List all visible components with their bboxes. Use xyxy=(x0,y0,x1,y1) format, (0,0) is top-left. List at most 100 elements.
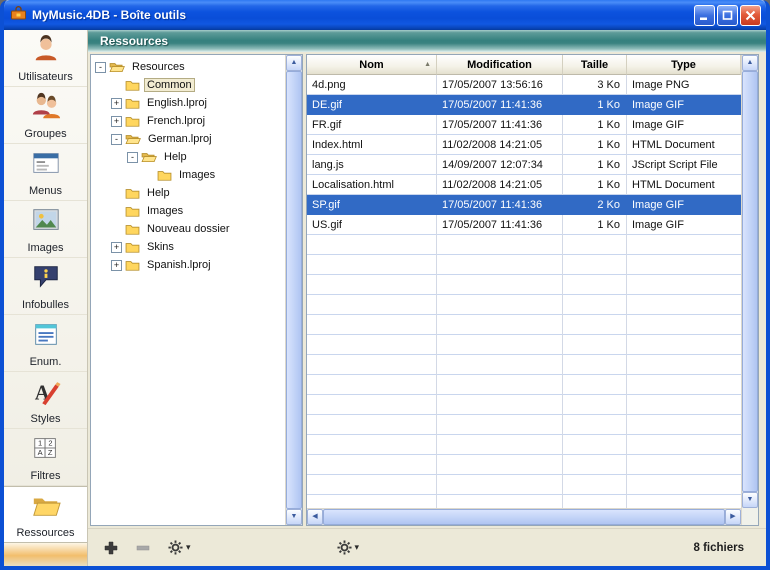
options-menu-button[interactable]: ▾ xyxy=(337,540,360,555)
folder-icon xyxy=(125,97,140,109)
tree-item-common[interactable]: Common xyxy=(91,76,285,94)
tree-item-nouveau-dossier[interactable]: Nouveau dossier xyxy=(91,220,285,238)
table-row[interactable]: lang.js 14/09/2007 12:07:34 1 Ko JScript… xyxy=(307,155,741,175)
table-scrollbar[interactable]: ▲ ▼ xyxy=(741,55,758,525)
tree-item-help[interactable]: Help xyxy=(91,184,285,202)
list-actions-menu-button[interactable]: ▾ xyxy=(168,540,191,555)
cell-nom: lang.js xyxy=(307,155,437,175)
tree-item-label: Images xyxy=(144,204,186,218)
svg-text:2: 2 xyxy=(48,438,52,447)
cell-modification: 17/05/2007 11:41:36 xyxy=(437,195,563,215)
table-row[interactable]: Index.html 11/02/2008 14:21:05 1 Ko HTML… xyxy=(307,135,741,155)
group-icon xyxy=(31,91,61,126)
sidebar-item-styles[interactable]: A Styles xyxy=(4,372,87,429)
cell-nom: SP.gif xyxy=(307,195,437,215)
sidebar-item-ressources[interactable]: Ressources xyxy=(4,486,87,543)
cell-nom: Index.html xyxy=(307,135,437,155)
tree-item-label: Spanish.lproj xyxy=(144,258,214,272)
cell-nom: 4d.png xyxy=(307,75,437,95)
expand-toggle-icon[interactable]: + xyxy=(111,116,122,127)
folder-open-icon xyxy=(109,61,125,73)
table-row[interactable]: DE.gif 17/05/2007 11:41:36 1 Ko Image GI… xyxy=(307,95,741,115)
sidebar-item-infobulles[interactable]: Infobulles xyxy=(4,258,87,315)
sidebar-item-label: Menus xyxy=(29,185,62,197)
tree-item-resources[interactable]: - Resources xyxy=(91,58,285,76)
collapse-toggle-icon[interactable]: - xyxy=(111,134,122,145)
close-button[interactable] xyxy=(740,5,761,26)
scroll-right-icon[interactable]: ▶ xyxy=(725,509,741,525)
dropdown-arrow-icon: ▾ xyxy=(355,542,360,553)
column-header-nom[interactable]: Nom ▲ xyxy=(307,55,437,75)
sidebar-item-groupes[interactable]: Groupes xyxy=(4,87,87,144)
tree-item-german-lproj[interactable]: - German.lproj xyxy=(91,130,285,148)
tree-item-label: Help xyxy=(161,150,190,164)
tree-item-help-german[interactable]: - Help xyxy=(91,148,285,166)
cell-type: Image GIF xyxy=(627,195,741,215)
toolbox-app-icon xyxy=(10,5,27,26)
expand-toggle-icon xyxy=(111,188,122,199)
cell-modification: 17/05/2007 11:41:36 xyxy=(437,215,563,235)
minimize-button[interactable] xyxy=(694,5,715,26)
table-row[interactable]: Localisation.html 11/02/2008 14:21:05 1 … xyxy=(307,175,741,195)
cell-type: JScript Script File xyxy=(627,155,741,175)
tree-item-label: Common xyxy=(144,78,195,92)
scroll-up-icon[interactable]: ▲ xyxy=(742,55,758,71)
expand-toggle-icon[interactable]: + xyxy=(111,260,122,271)
cell-taille: 1 Ko xyxy=(563,215,627,235)
table-h-scrollbar-thumb[interactable] xyxy=(323,509,725,525)
tree-item-images-help[interactable]: Images xyxy=(91,166,285,184)
expand-toggle-icon[interactable]: + xyxy=(111,98,122,109)
tree-scrollbar-thumb[interactable] xyxy=(286,71,302,509)
cell-type: Image GIF xyxy=(627,115,741,135)
scroll-down-icon[interactable]: ▼ xyxy=(286,509,302,525)
folder-open-icon xyxy=(141,151,157,163)
tree-item-label: Help xyxy=(144,186,173,200)
cell-taille: 1 Ko xyxy=(563,175,627,195)
cell-modification: 17/05/2007 11:41:36 xyxy=(437,95,563,115)
cell-nom: US.gif xyxy=(307,215,437,235)
sidebar-item-filtres[interactable]: 12AZ Filtres xyxy=(4,429,87,486)
remove-button[interactable] xyxy=(136,541,150,555)
sidebar-item-images[interactable]: Images xyxy=(4,201,87,258)
column-header-label: Type xyxy=(671,59,696,71)
titlebar[interactable]: MyMusic.4DB - Boîte outils xyxy=(4,0,766,30)
tree-item-images[interactable]: Images xyxy=(91,202,285,220)
image-icon xyxy=(31,205,61,240)
table-h-scrollbar[interactable]: ◀ ▶ xyxy=(307,508,741,525)
folder-icon xyxy=(125,79,140,91)
column-header-modification[interactable]: Modification xyxy=(437,55,563,75)
add-button[interactable] xyxy=(104,541,118,555)
folder-icon xyxy=(125,187,140,199)
tree-item-french-lproj[interactable]: + French.lproj xyxy=(91,112,285,130)
cell-modification: 17/05/2007 11:41:36 xyxy=(437,115,563,135)
minimize-icon xyxy=(699,10,710,21)
tree-item-skins[interactable]: + Skins xyxy=(91,238,285,256)
folder-icon xyxy=(125,115,140,127)
sidebar-item-menus[interactable]: Menus xyxy=(4,144,87,201)
maximize-button[interactable] xyxy=(717,5,738,26)
collapse-toggle-icon[interactable]: - xyxy=(95,62,106,73)
table-scrollbar-thumb[interactable] xyxy=(742,71,758,492)
scroll-up-icon[interactable]: ▲ xyxy=(286,55,302,71)
column-header-taille[interactable]: Taille xyxy=(563,55,627,75)
table-row[interactable]: FR.gif 17/05/2007 11:41:36 1 Ko Image GI… xyxy=(307,115,741,135)
expand-toggle-icon xyxy=(111,206,122,217)
expand-toggle-icon[interactable]: + xyxy=(111,242,122,253)
sidebar-item-enum[interactable]: Enum. xyxy=(4,315,87,372)
table-row[interactable]: 4d.png 17/05/2007 13:56:16 3 Ko Image PN… xyxy=(307,75,741,95)
tree-item-english-lproj[interactable]: + English.lproj xyxy=(91,94,285,112)
column-header-label: Modification xyxy=(467,59,532,71)
tree-scrollbar[interactable]: ▲ ▼ xyxy=(285,55,302,525)
cell-type: Image GIF xyxy=(627,95,741,115)
collapse-toggle-icon[interactable]: - xyxy=(127,152,138,163)
table-row[interactable]: SP.gif 17/05/2007 11:41:36 2 Ko Image GI… xyxy=(307,195,741,215)
column-header-type[interactable]: Type xyxy=(627,55,741,75)
scroll-down-icon[interactable]: ▼ xyxy=(742,492,758,508)
scroll-left-icon[interactable]: ◀ xyxy=(307,509,323,525)
tree-item-spanish-lproj[interactable]: + Spanish.lproj xyxy=(91,256,285,274)
table-row[interactable]: US.gif 17/05/2007 11:41:36 1 Ko Image GI… xyxy=(307,215,741,235)
cell-nom: DE.gif xyxy=(307,95,437,115)
cell-taille: 1 Ko xyxy=(563,155,627,175)
tree-item-label: Images xyxy=(176,168,218,182)
sidebar-item-utilisateurs[interactable]: Utilisateurs xyxy=(4,30,87,87)
